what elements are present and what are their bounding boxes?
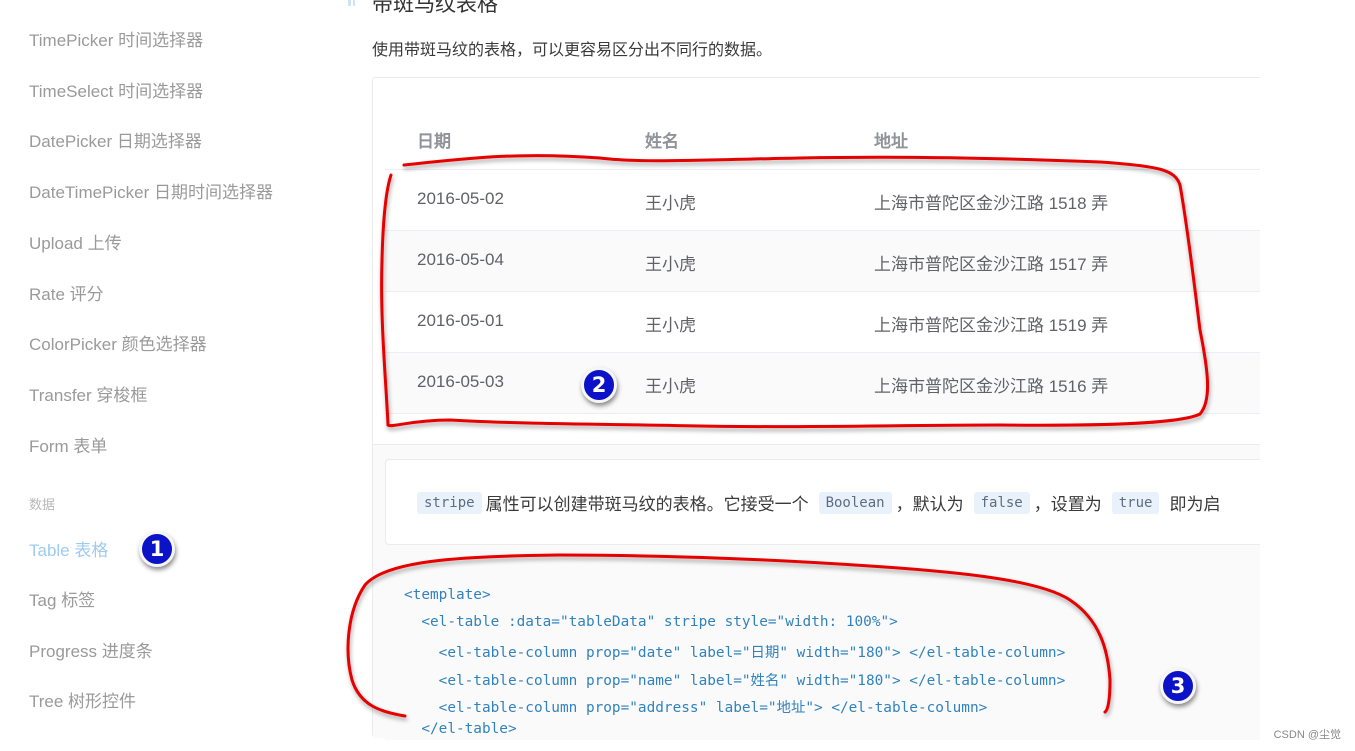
section-title: 带斑马纹表格 (372, 0, 498, 16)
sidebar-nav: TimePicker 时间选择器 TimeSelect 时间选择器 DatePi… (0, 0, 340, 751)
cell-date: 2016-05-03 (417, 372, 504, 391)
anchor-marker (348, 0, 351, 6)
code-snippet: <template> <el-table :data="tableData" s… (385, 565, 1260, 740)
attribute-description: stripe 属性可以创建带斑马纹的表格。它接受一个 Boolean ，默认为 … (385, 459, 1260, 545)
table-header: 日期 姓名 地址 (385, 108, 1260, 170)
sidebar-group-data: 数据 (29, 497, 56, 512)
section-description: 使用带斑马纹的表格，可以更容易区分出不同行的数据。 (372, 42, 773, 59)
column-header-address: 地址 (874, 132, 908, 151)
demo-meta: stripe 属性可以创建带斑马纹的表格。它接受一个 Boolean ，默认为 … (373, 444, 1260, 740)
cell-address: 上海市普陀区金沙江路 1519 弄 (874, 316, 1109, 335)
annotation-badge-3: 3 (1160, 668, 1196, 704)
cell-name: 王小虎 (645, 377, 696, 396)
code-line: <el-table-column prop="name" label="姓名" … (404, 673, 1066, 689)
demo-preview: 日期 姓名 地址 2016-05-02 王小虎 上海市普陀区金沙江路 1518 … (373, 78, 1260, 444)
watermark: CSDN @尘觉 (1273, 729, 1341, 741)
demo-block: 日期 姓名 地址 2016-05-02 王小虎 上海市普陀区金沙江路 1518 … (372, 77, 1260, 740)
description-text: 即为启 (1169, 495, 1221, 514)
code-line: <template> (404, 587, 491, 603)
sidebar-item-progress[interactable]: Progress 进度条 (29, 637, 153, 662)
anchor-marker (353, 0, 355, 6)
cell-name: 王小虎 (645, 255, 696, 274)
annotation-badge-2: 2 (581, 367, 617, 403)
code-boolean: Boolean (818, 491, 892, 514)
column-header-date: 日期 (417, 132, 451, 151)
cell-date: 2016-05-01 (417, 311, 504, 330)
striped-table: 日期 姓名 地址 2016-05-02 王小虎 上海市普陀区金沙江路 1518 … (385, 108, 1260, 414)
code-stripe: stripe (417, 491, 482, 514)
sidebar-item-timepicker[interactable]: TimePicker 时间选择器 (29, 26, 203, 51)
sidebar-item-table[interactable]: Table 表格 (29, 536, 108, 561)
sidebar-item-colorpicker[interactable]: ColorPicker 颜色选择器 (29, 330, 207, 355)
code-line: <el-table :data="tableData" stripe style… (404, 614, 898, 630)
column-header-name: 姓名 (645, 132, 679, 151)
code-line: <el-table-column prop="date" label="日期" … (404, 645, 1066, 661)
attribute-description-text: stripe 属性可以创建带斑马纹的表格。它接受一个 Boolean ，默认为 … (417, 490, 1220, 515)
sidebar-item-timeselect[interactable]: TimeSelect 时间选择器 (29, 77, 203, 102)
cell-address: 上海市普陀区金沙江路 1517 弄 (874, 255, 1109, 274)
cell-date: 2016-05-04 (417, 250, 504, 269)
sidebar-item-datetimepicker[interactable]: DateTimePicker 日期时间选择器 (29, 178, 273, 203)
cell-date: 2016-05-02 (417, 189, 504, 208)
table-row: 2016-05-03 王小虎 上海市普陀区金沙江路 1516 弄 (385, 353, 1260, 414)
code-line: </el-table> (404, 721, 517, 735)
main-content: 带斑马纹表格 使用带斑马纹的表格，可以更容易区分出不同行的数据。 日期 姓名 地… (340, 0, 1355, 751)
description-text: 属性可以创建带斑马纹的表格。它接受一个 (485, 495, 809, 514)
code-true: true (1111, 491, 1160, 514)
annotation-badge-1: 1 (139, 531, 175, 567)
sidebar-item-transfer[interactable]: Transfer 穿梭框 (29, 381, 147, 406)
code-false: false (973, 491, 1030, 514)
cell-name: 王小虎 (645, 194, 696, 213)
sidebar-item-datepicker[interactable]: DatePicker 日期选择器 (29, 127, 202, 152)
table-row: 2016-05-02 王小虎 上海市普陀区金沙江路 1518 弄 (385, 170, 1260, 231)
sidebar-item-form[interactable]: Form 表单 (29, 432, 107, 457)
cell-address: 上海市普陀区金沙江路 1516 弄 (874, 377, 1109, 396)
cell-address: 上海市普陀区金沙江路 1518 弄 (874, 194, 1109, 213)
sidebar-item-tag[interactable]: Tag 标签 (29, 586, 95, 611)
code-line: <el-table-column prop="address" label="地… (404, 700, 988, 716)
sidebar-item-upload[interactable]: Upload 上传 (29, 229, 122, 254)
cell-name: 王小虎 (645, 316, 696, 335)
sidebar-item-rate[interactable]: Rate 评分 (29, 280, 104, 305)
table-row: 2016-05-01 王小虎 上海市普陀区金沙江路 1519 弄 (385, 292, 1260, 353)
table-row: 2016-05-04 王小虎 上海市普陀区金沙江路 1517 弄 (385, 231, 1260, 292)
description-text: ，设置为 (1033, 495, 1102, 514)
description-text: ，默认为 (895, 495, 964, 514)
sidebar-item-tree[interactable]: Tree 树形控件 (29, 687, 136, 712)
